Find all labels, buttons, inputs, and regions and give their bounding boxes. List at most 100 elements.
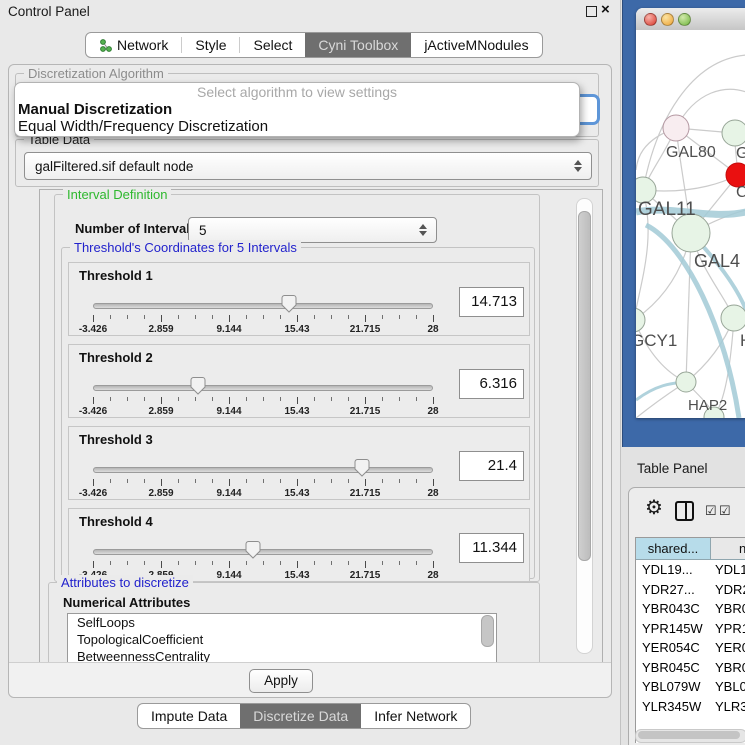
cell-name[interactable]: YER0 [710,638,745,658]
cell-shared-name[interactable]: YER054C [636,638,710,658]
apply-toolbar: Apply [9,662,611,697]
slider-thumb[interactable] [281,295,297,313]
threshold-4-slider[interactable]: -3.4262.8599.14415.4321.71528 [93,541,433,579]
tab-discretize-data[interactable]: Discretize Data [240,704,361,728]
network-node[interactable] [636,308,645,332]
cell-name[interactable]: YBR0 [710,599,745,619]
slider-tick-labels: -3.4262.8599.14415.4321.71528 [93,324,433,335]
table-data-combobox[interactable]: galFiltered.sif default node [24,152,592,180]
network-node[interactable] [676,372,696,392]
attributes-list-scrollbar[interactable] [481,615,492,659]
table-row[interactable]: YBL079WYBL0 [636,677,745,697]
select-all-columns-icon[interactable]: ☑ [719,503,731,519]
network-node[interactable] [721,305,745,331]
cell-shared-name[interactable]: YBR043C [636,599,710,619]
cell-name[interactable]: YBR0 [710,658,745,678]
cell-name[interactable]: YPR1 [710,619,745,639]
threshold-3-slider[interactable]: -3.4262.8599.14415.4321.71528 [93,459,433,497]
cell-shared-name[interactable]: YIL052C [636,716,710,717]
slider-thumb[interactable] [245,541,261,559]
column-header-name[interactable]: n [711,538,745,559]
tab-network[interactable]: Network [86,33,181,57]
tab-infer-network[interactable]: Infer Network [361,704,470,728]
slider-track[interactable] [93,467,433,473]
scrollbar-thumb[interactable] [578,211,591,561]
cell-name[interactable]: YDL1 [710,560,745,580]
cell-name[interactable]: YLR3 [710,697,745,717]
tab-style[interactable]: Style [182,33,239,57]
apply-button[interactable]: Apply [249,669,313,693]
slider-thumb[interactable] [354,459,370,477]
attribute-item[interactable]: BetweennessCentrality [68,648,496,663]
scrollbar-thumb[interactable] [638,731,740,739]
threshold-1-value[interactable]: 14.713 [459,287,524,317]
cell-name[interactable]: YBL0 [710,677,745,697]
threshold-4-value[interactable]: 11.344 [459,533,524,563]
slider-thumb[interactable] [190,377,206,395]
network-node[interactable] [663,115,689,141]
control-panel-title: Control Panel [8,4,90,19]
cell-shared-name[interactable]: YDR27... [636,580,710,600]
settings-scroll-container: Interval Definition Number of Intervals … [39,189,603,663]
table-row[interactable]: YDR27...YDR2 [636,580,745,600]
select-columns-icon[interactable]: ☑ [705,503,717,519]
table-row[interactable]: YER054CYER0 [636,638,745,658]
tab-jactivemnodules[interactable]: jActiveMNodules [411,33,541,57]
network-node[interactable] [722,120,745,146]
network-view-frame: GAL80GCGAL11GAL4GCY1HHAP2 [622,0,745,447]
table-row[interactable]: YBR043CYBR0 [636,599,745,619]
table-row[interactable]: YPR145WYPR1 [636,619,745,639]
tab-network-label: Network [117,37,168,53]
tab-select[interactable]: Select [240,33,305,57]
tick-label: 15.43 [284,324,309,335]
tab-infer-network-label: Infer Network [374,708,457,724]
tick-label: 28 [427,324,438,335]
slider-track[interactable] [93,385,433,391]
table-horizontal-scrollbar[interactable] [635,729,745,743]
close-panel-icon[interactable]: × [601,1,610,18]
table-row[interactable]: YIL052CYIL0 [636,716,745,717]
tab-style-label: Style [195,37,226,53]
numerical-attributes-list[interactable]: SelfLoopsTopologicalCoefficientBetweenne… [67,613,497,663]
zoom-window-icon[interactable] [678,13,691,26]
network-window-titlebar [636,8,745,31]
tick-label: 2.859 [148,488,173,499]
tick-label: 21.715 [350,324,381,335]
cell-shared-name[interactable]: YBR045C [636,658,710,678]
cell-name[interactable]: YIL0 [710,716,745,717]
table-row[interactable]: YBR045CYBR0 [636,658,745,678]
column-header-shared-name[interactable]: shared... [636,538,711,559]
float-panel-icon[interactable] [586,6,597,17]
screen: Control Panel × Network Style Select Cyn… [0,0,745,745]
tab-cyni-toolbox[interactable]: Cyni Toolbox [305,33,411,57]
cell-name[interactable]: YDR2 [710,580,745,600]
tick-label: 9.144 [216,406,241,417]
split-table-icon[interactable] [675,501,694,521]
threshold-3-value[interactable]: 21.4 [459,451,524,481]
cell-shared-name[interactable]: YPR145W [636,619,710,639]
attribute-item[interactable]: SelfLoops [68,614,496,631]
table-row[interactable]: YLR345WYLR3 [636,697,745,717]
threshold-2-slider[interactable]: -3.4262.8599.14415.4321.71528 [93,377,433,415]
table-row[interactable]: YDL19...YDL1 [636,560,745,580]
cell-shared-name[interactable]: YLR345W [636,697,710,717]
table-settings-gear-icon[interactable]: ⚙ [645,495,663,520]
attribute-item[interactable]: TopologicalCoefficient [68,631,496,648]
threshold-2-value[interactable]: 6.316 [459,369,524,399]
dropdown-option-equal-width[interactable]: Equal Width/Frequency Discretization [15,118,579,135]
network-canvas[interactable]: GAL80GCGAL11GAL4GCY1HHAP2 [636,30,745,418]
cell-shared-name[interactable]: YBL079W [636,677,710,697]
scrollbar-thumb[interactable] [481,615,494,647]
settings-scrollbar[interactable] [576,198,593,654]
close-window-icon[interactable] [644,13,657,26]
slider-track[interactable] [93,303,433,309]
slider-track[interactable] [93,549,433,555]
tab-impute-data[interactable]: Impute Data [138,704,240,728]
dropdown-option-manual[interactable]: Manual Discretization [15,101,579,118]
dropdown-prompt[interactable]: Select algorithm to view settings [15,83,579,101]
threshold-1-slider[interactable]: -3.4262.8599.14415.4321.71528 [93,295,433,333]
minimize-window-icon[interactable] [661,13,674,26]
tick-label: 2.859 [148,324,173,335]
cell-shared-name[interactable]: YDL19... [636,560,710,580]
interval-definition-group: Interval Definition Number of Intervals … [54,194,540,582]
